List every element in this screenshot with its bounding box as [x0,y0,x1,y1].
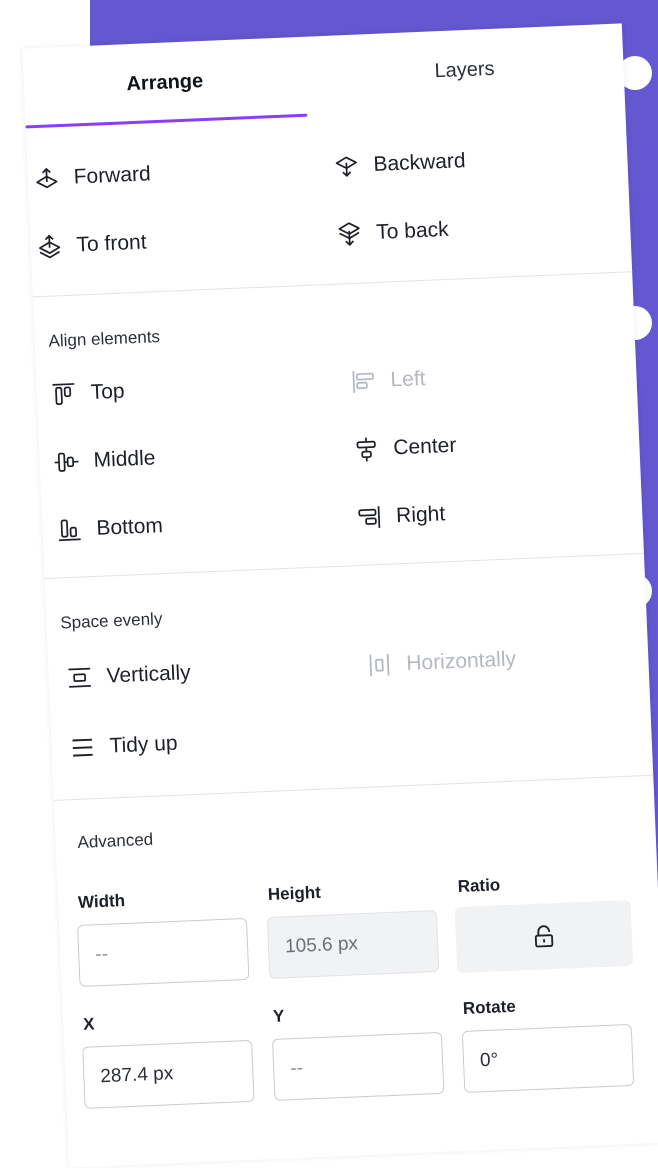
y-field[interactable]: -- [271,1031,445,1101]
x-label: X [82,1014,95,1034]
to-back-button[interactable]: To back [336,217,449,248]
space-horizontally-button[interactable]: Horizontally [366,646,517,678]
rotate-field[interactable]: 0° [461,1023,635,1093]
align-right-label: Right [395,502,446,528]
forward-icon [33,165,60,192]
align-top-label: Top [90,379,126,404]
divider [44,552,644,580]
align-middle-button[interactable]: Middle [53,445,156,475]
tidy-up-icon [69,734,96,761]
ratio-lock-button[interactable] [454,899,634,974]
space-vertically-icon [66,664,93,691]
rotate-label: Rotate [462,996,517,1018]
align-left-label: Left [389,366,426,392]
backward-button[interactable]: Backward [333,148,466,180]
width-field[interactable]: -- [77,917,250,987]
tab-layers[interactable]: Layers [322,24,607,116]
align-elements-title: Align elements [48,327,161,351]
space-vertically-button[interactable]: Vertically [66,660,191,691]
ratio-label: Ratio [457,875,501,897]
space-horizontally-icon [366,652,393,679]
align-center-button[interactable]: Center [353,433,457,463]
width-label: Width [77,891,126,912]
space-vertically-label: Vertically [106,661,192,688]
align-top-button[interactable]: Top [50,379,125,408]
align-center-icon [353,436,380,463]
arrange-panel: Arrange Layers Forward Backward To front… [22,23,658,1168]
x-field[interactable]: 287.4 px [82,1039,255,1109]
align-middle-icon [53,449,80,476]
align-bottom-button[interactable]: Bottom [56,513,164,543]
divider [32,271,633,298]
tidy-up-label: Tidy up [109,731,179,758]
to-back-label: To back [375,217,450,244]
align-right-icon [356,504,383,531]
to-back-icon [336,220,363,247]
to-front-icon [36,233,63,260]
y-label: Y [272,1006,285,1026]
to-front-label: To front [76,230,148,257]
advanced-title: Advanced [77,829,154,852]
align-middle-label: Middle [93,446,156,472]
align-center-label: Center [392,433,457,460]
align-right-button[interactable]: Right [356,501,446,531]
tidy-up-button[interactable]: Tidy up [69,731,178,762]
align-bottom-label: Bottom [95,514,164,540]
align-top-icon [50,381,77,408]
space-evenly-title: Space evenly [59,609,163,633]
backward-label: Backward [372,149,467,176]
height-label: Height [267,882,322,905]
align-left-button[interactable]: Left [350,366,426,395]
divider [53,774,654,801]
backward-icon [333,153,360,180]
space-horizontally-label: Horizontally [405,647,517,676]
forward-label: Forward [73,162,152,189]
forward-button[interactable]: Forward [33,161,151,192]
align-bottom-icon [56,516,83,543]
to-front-button[interactable]: To front [36,230,147,261]
height-field: 105.6 px [266,909,440,980]
align-left-icon [350,368,377,395]
lock-icon [530,923,557,950]
